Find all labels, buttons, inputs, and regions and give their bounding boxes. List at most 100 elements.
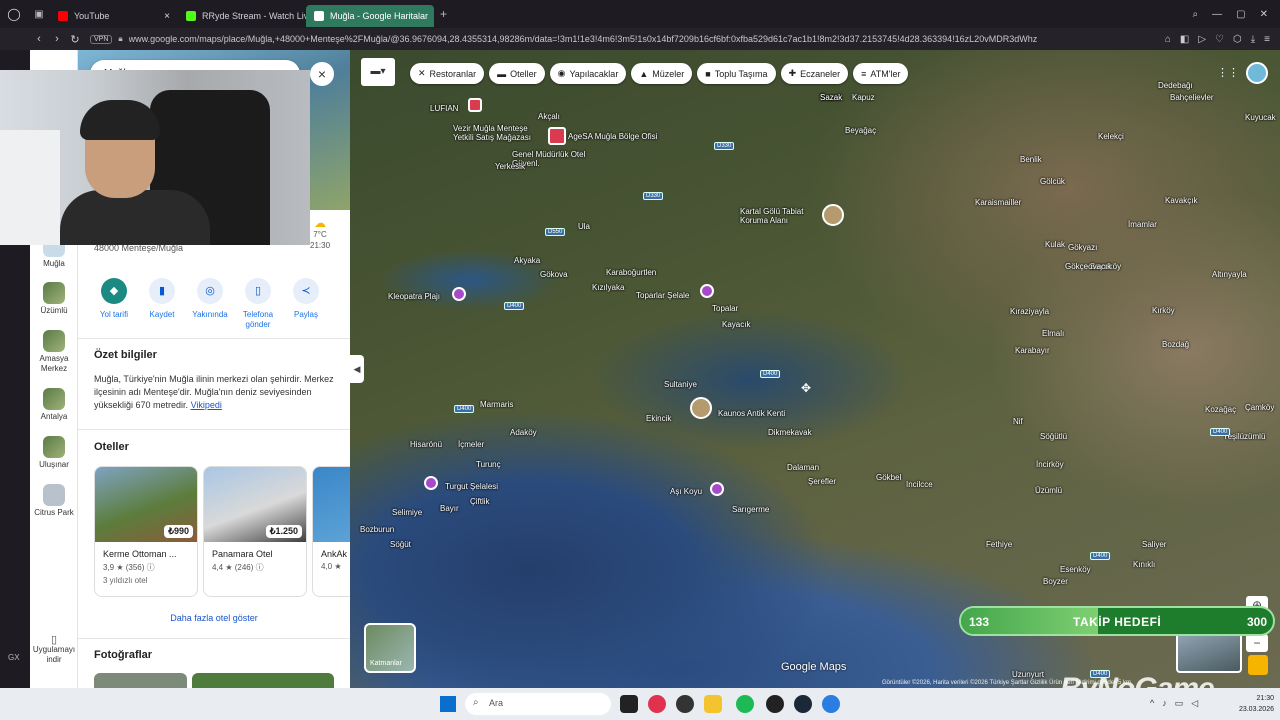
map-place-label[interactable]: LUFIAN <box>430 104 458 113</box>
vpn-badge[interactable]: VPN <box>90 34 113 44</box>
map-place-label[interactable]: Kaunos Antik Kenti <box>718 409 785 418</box>
browser-icon[interactable] <box>822 695 840 713</box>
map-place-label[interactable]: Boyzer <box>1043 577 1068 586</box>
back-icon[interactable]: ‹ <box>30 33 48 45</box>
task-view-icon[interactable] <box>620 695 638 713</box>
tab-google-maps[interactable]: Muğla - Google Haritalar× <box>306 5 434 27</box>
account-avatar[interactable] <box>1246 62 1268 84</box>
nearby-button[interactable]: ◎ Yakınında <box>186 278 234 330</box>
map-place-label[interactable]: Dalaman <box>787 463 819 472</box>
map-place-label[interactable]: Bozdağ <box>1162 340 1189 349</box>
map-place-label[interactable]: Sarıgerme <box>732 505 769 514</box>
heart-icon[interactable]: ♡ <box>1215 34 1224 45</box>
rail-item-antalya[interactable]: Antalya <box>30 388 78 422</box>
chip-restaurants[interactable]: ✕ Restoranlar <box>410 63 485 84</box>
reload-icon[interactable]: ↻ <box>66 33 84 46</box>
forward-icon[interactable]: › <box>48 33 66 45</box>
map-place-label[interactable]: İçmeler <box>458 440 484 449</box>
photo-pin-kaunos[interactable] <box>690 397 712 419</box>
install-app-button[interactable]: ▯ Uygulamayı indir <box>30 635 78 665</box>
extensions-icon[interactable]: ⬡ <box>1233 34 1242 45</box>
file-explorer-icon[interactable] <box>704 695 722 713</box>
tab-kick[interactable]: RRyde Stream - Watch Liv <box>178 5 306 27</box>
rail-item-ulusinar[interactable]: Uluşınar <box>30 436 78 470</box>
map-place-label[interactable]: Altınyayla <box>1212 270 1247 279</box>
map-place-label[interactable]: Elmalı <box>1042 329 1064 338</box>
map-place-label[interactable]: Kınıklı <box>1133 560 1155 569</box>
map-place-label[interactable]: Üzümlü <box>1035 486 1062 495</box>
url-field[interactable]: www.google.com/maps/place/Muğla,+48000+M… <box>129 34 1069 44</box>
map-place-label[interactable]: Kızılyaka <box>592 283 624 292</box>
windows-start-icon[interactable] <box>440 696 456 712</box>
map-place-label[interactable]: Çamköy <box>1245 403 1274 412</box>
place-pin-lufian[interactable] <box>468 98 482 112</box>
place-pin-turgut-selalesi[interactable] <box>424 476 438 490</box>
microphone-icon[interactable]: ♪ <box>1162 698 1167 709</box>
map-place-label[interactable]: Hisarönü <box>410 440 442 449</box>
map-place-label[interactable]: Karaboğurtlen <box>606 268 656 277</box>
map-place-label[interactable]: Akyaka <box>514 256 540 265</box>
opera-logo-icon[interactable]: ◯ <box>0 7 28 21</box>
map-place-label[interactable]: Aşı Koyu <box>670 487 702 496</box>
app-icon[interactable] <box>766 695 784 713</box>
map-place-label[interactable]: Yerkesik <box>495 162 525 171</box>
app-icon[interactable] <box>676 695 694 713</box>
menu-icon[interactable]: ≡ <box>1264 34 1270 45</box>
map-place-label[interactable]: Gökyazı <box>1068 243 1097 252</box>
map-place-label[interactable]: Adaköy <box>510 428 537 437</box>
map-place-label[interactable]: Ekincik <box>646 414 671 423</box>
map-place-label[interactable]: Gökçeovacık <box>1065 262 1111 271</box>
photo-thumbnail[interactable] <box>94 673 187 688</box>
map-place-label[interactable]: Incilcce <box>906 480 933 489</box>
rail-item-amasya[interactable]: Amasya Merkez <box>30 330 78 374</box>
save-button[interactable]: ▮ Kaydet <box>138 278 186 330</box>
map-place-label[interactable]: Vezir Muğla Menteşe Yetkili Satış Mağaza… <box>453 124 543 142</box>
map-place-label[interactable]: Nif <box>1013 417 1023 426</box>
map-place-label[interactable]: Benlik <box>1020 155 1042 164</box>
close-tab-icon[interactable]: × <box>164 11 170 22</box>
zoom-out-button[interactable]: − <box>1246 634 1268 652</box>
map-place-label[interactable]: Gölcük <box>1040 177 1065 186</box>
opera-gx-icon[interactable] <box>648 695 666 713</box>
more-hotels-link[interactable]: Daha fazla otel göster <box>78 613 350 623</box>
share-button[interactable]: ≺ Paylaş <box>282 278 330 330</box>
map-place-label[interactable]: Karabayır <box>1015 346 1050 355</box>
map-place-label[interactable]: Kleopatra Plajı <box>388 292 440 301</box>
workspace-icon[interactable]: ▣ <box>28 9 50 20</box>
map-place-label[interactable]: Saliyer <box>1142 540 1166 549</box>
chip-atms[interactable]: ≡ ATM'ler <box>853 63 909 84</box>
chip-hotels[interactable]: ▬ Oteller <box>489 63 545 84</box>
close-window-icon[interactable]: ✕ <box>1260 9 1268 20</box>
map-place-label[interactable]: Kulak <box>1045 240 1065 249</box>
map-place-label[interactable]: Çiftlik <box>470 497 490 506</box>
map-place-label[interactable]: AgeSA Muğla Bölge Ofisi <box>568 132 658 141</box>
map-place-label[interactable]: Marmaris <box>480 400 513 409</box>
map-place-label[interactable]: Kavakçık <box>1165 196 1197 205</box>
map-place-label[interactable]: Şerefler <box>808 477 836 486</box>
map-place-label[interactable]: Topalar <box>712 304 738 313</box>
rail-item-uzumlu[interactable]: Üzümlü <box>30 282 78 316</box>
map-place-label[interactable]: Söğütlü <box>1040 432 1067 441</box>
taskbar-clock[interactable]: 21:30 23.03.2026 <box>1239 693 1274 715</box>
play-icon[interactable]: ▷ <box>1198 34 1206 45</box>
map-place-label[interactable]: Akçalı <box>538 112 560 121</box>
chip-museums[interactable]: ▲ Müzeler <box>631 63 693 84</box>
chip-things-to-do[interactable]: ◉ Yapılacaklar <box>549 63 627 84</box>
chip-pharmacies[interactable]: ✚ Eczaneler <box>780 63 849 84</box>
map-place-label[interactable]: Fethiye <box>986 540 1012 549</box>
map-place-label[interactable]: Gökova <box>540 270 568 279</box>
map-place-label[interactable]: Kapuz <box>852 93 875 102</box>
map-place-label[interactable]: Karaismailler <box>975 198 1021 207</box>
steam-icon[interactable] <box>794 695 812 713</box>
new-tab-button[interactable]: + <box>440 7 447 21</box>
bookmark-icon[interactable]: ⌂ <box>1165 34 1171 45</box>
wikipedia-link[interactable]: Vikipedi <box>191 400 222 410</box>
map-place-label[interactable]: İncirköy <box>1036 460 1064 469</box>
hotel-card[interactable]: ₺1.250 Panamara Otel 4,4 ★ (246) ⓘ <box>203 466 307 597</box>
map-place-label[interactable]: Kozağaç <box>1205 405 1236 414</box>
collapse-panel-button[interactable]: ◀ <box>350 355 364 383</box>
map-place-label[interactable]: Ula <box>578 222 590 231</box>
spotify-icon[interactable] <box>736 695 754 713</box>
photo-pin-kartal-golu[interactable] <box>822 204 844 226</box>
map-place-label[interactable]: Uzunyurt <box>1012 670 1044 679</box>
